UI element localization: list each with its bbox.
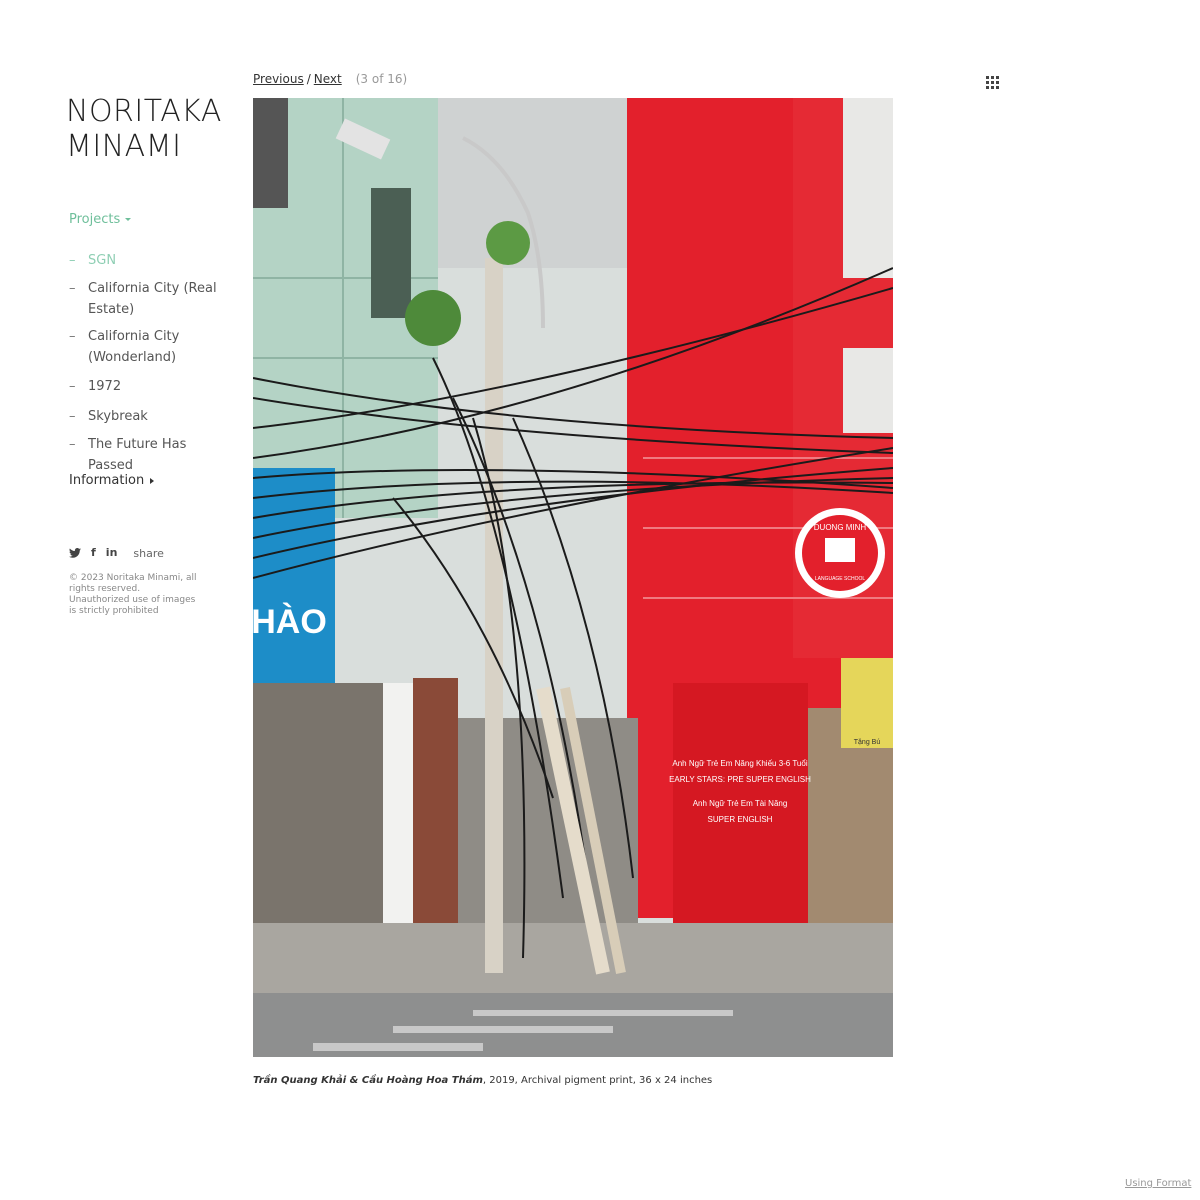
projects-menu-toggle[interactable]: Projects bbox=[69, 210, 132, 230]
photo-details: , 2019, Archival pigment print, 36 x 24 … bbox=[482, 1075, 713, 1086]
nav-item-label: The Future Has Passed bbox=[88, 436, 187, 473]
caret-down-icon bbox=[125, 218, 132, 221]
grid-view-icon[interactable] bbox=[986, 74, 999, 93]
twitter-icon[interactable] bbox=[69, 548, 81, 558]
facebook-icon[interactable]: f bbox=[91, 546, 96, 560]
nav-item-sgn[interactable]: – SGN bbox=[69, 250, 219, 271]
site-title-line1: NORITAKA bbox=[66, 94, 222, 129]
main-photograph[interactable]: DUONG MINH LANGUAGE SCHOOL HÀO Anh Ngữ T… bbox=[253, 98, 893, 1057]
red-sign-line1: Anh Ngữ Trẻ Em Năng Khiếu 3-6 Tuổi bbox=[672, 759, 807, 768]
photo-caption: Trần Quang Khải & Cầu Hoàng Hoa Thám, 20… bbox=[253, 1075, 712, 1086]
nav-item-label: Skybreak bbox=[88, 408, 148, 424]
site-title[interactable]: NORITAKA MINAMI bbox=[66, 94, 222, 164]
pager: Previous / Next (3 of 16) bbox=[253, 72, 407, 86]
nav-item-skybreak[interactable]: – Skybreak bbox=[69, 406, 219, 427]
dash: – bbox=[69, 280, 76, 296]
nav-item-label: California City (Wonderland) bbox=[88, 328, 180, 365]
social-links: f in share bbox=[69, 546, 164, 560]
sidebar-nav: Projects – SGN – California City (Real E… bbox=[69, 208, 229, 473]
dash: – bbox=[69, 408, 76, 424]
information-label: Information bbox=[69, 473, 145, 488]
dash: – bbox=[69, 436, 76, 452]
nav-item-label: SGN bbox=[88, 252, 117, 268]
round-sign-bottom-text: LANGUAGE SCHOOL bbox=[815, 576, 866, 582]
nav-item-label: 1972 bbox=[88, 378, 122, 394]
image-counter: (3 of 16) bbox=[355, 72, 408, 86]
using-format-link[interactable]: Using Format bbox=[1125, 1178, 1191, 1189]
copyright-notice: © 2023 Noritaka Minami, all rights reser… bbox=[69, 573, 197, 616]
blue-sign-text: HÀO bbox=[253, 603, 327, 641]
nav-item-california-city-real-estate[interactable]: – California City (Real Estate) bbox=[69, 278, 219, 320]
site-title-line2: MINAMI bbox=[66, 129, 182, 164]
projects-label: Projects bbox=[69, 212, 121, 227]
nav-item-label: California City (Real Estate) bbox=[88, 280, 217, 317]
linkedin-icon[interactable]: in bbox=[106, 546, 118, 560]
dash: – bbox=[69, 252, 76, 268]
page: NORITAKA MINAMI Projects – SGN – Califor… bbox=[0, 0, 1200, 1200]
red-sign-line4: SUPER ENGLISH bbox=[708, 815, 773, 824]
nav-item-1972[interactable]: – 1972 bbox=[69, 376, 219, 397]
dash: – bbox=[69, 328, 76, 344]
photo-illustration: DUONG MINH LANGUAGE SCHOOL HÀO Anh Ngữ T… bbox=[253, 98, 893, 1057]
red-sign-line2: EARLY STARS: PRE SUPER ENGLISH bbox=[669, 775, 811, 784]
next-link[interactable]: Next bbox=[314, 72, 342, 86]
information-menu-toggle[interactable]: Information bbox=[69, 473, 155, 488]
share-link[interactable]: share bbox=[133, 547, 164, 560]
round-sign-top-text: DUONG MINH bbox=[814, 523, 867, 532]
nav-item-the-future-has-passed[interactable]: – The Future Has Passed bbox=[69, 434, 219, 476]
red-sign-line3: Anh Ngữ Trẻ Em Tài Năng bbox=[693, 799, 788, 808]
previous-link[interactable]: Previous bbox=[253, 72, 304, 86]
pager-separator: / bbox=[306, 72, 311, 86]
dash: – bbox=[69, 378, 76, 394]
banner-text: Tặng Bú bbox=[854, 739, 881, 746]
photo-title: Trần Quang Khải & Cầu Hoàng Hoa Thám bbox=[253, 1075, 483, 1086]
nav-item-california-city-wonderland[interactable]: – California City (Wonderland) bbox=[69, 326, 219, 368]
caret-right-icon bbox=[150, 477, 155, 484]
